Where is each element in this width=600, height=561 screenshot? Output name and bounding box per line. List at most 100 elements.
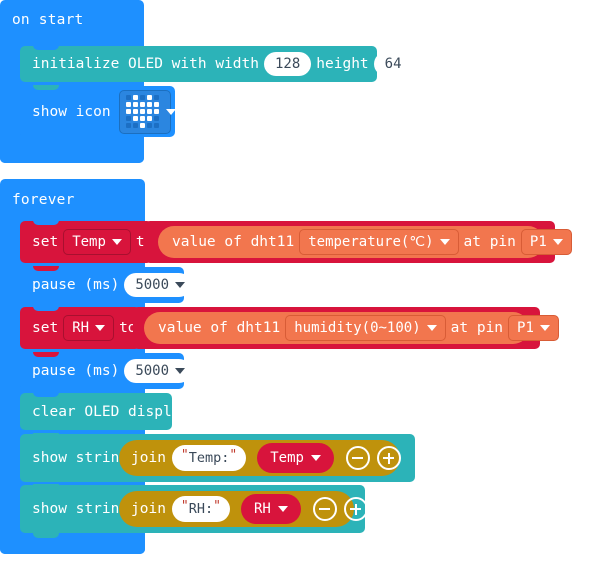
join-temp-reporter[interactable]: join " Temp: " Temp (119, 440, 401, 476)
dht11-reading-dropdown[interactable]: temperature(℃) (299, 229, 459, 255)
led-on (146, 95, 152, 100)
value-of-dht11-label: value of dht11 (158, 320, 281, 336)
led-off (132, 123, 138, 128)
join-label: join (131, 450, 166, 466)
pause-label: pause (ms) (32, 277, 120, 293)
block-notch (33, 266, 59, 271)
remove-item-button[interactable] (312, 497, 337, 521)
add-item-button[interactable] (376, 446, 401, 470)
led-on (132, 102, 138, 107)
dht11-reading-label: humidity(0~100) (294, 320, 421, 336)
block-notch (33, 220, 59, 225)
clear-oled-block[interactable]: clear OLED display (20, 392, 189, 430)
block-notch (33, 352, 59, 357)
set-rh-block[interactable]: set RH to (20, 306, 140, 349)
pause-duration-value: 5000 (135, 363, 170, 379)
dht11-humidity-reporter[interactable]: value of dht11 humidity(0~100) at pin P1 (144, 312, 559, 344)
at-pin-label: at pin (450, 320, 504, 336)
pause-duration-field-2[interactable]: 5000 (124, 359, 192, 383)
led-on (125, 102, 131, 107)
dht11-pin-label: P1 (517, 320, 534, 336)
forever-bottom-bar (0, 533, 145, 554)
dht11-pin-dropdown[interactable]: P1 (520, 229, 572, 255)
block-notch (33, 484, 59, 489)
block-notch (33, 433, 59, 438)
join-temp-variable-pill[interactable]: Temp (257, 443, 334, 473)
set-temp-block[interactable]: set Temp to (20, 220, 153, 263)
join-temp-string-field[interactable]: " Temp: " (171, 445, 247, 471)
set-keyword: set (32, 320, 59, 336)
dht11-pin-label: P1 (529, 234, 547, 250)
quote-open-icon: " (180, 498, 189, 514)
join-rh-string-value: RH: (188, 501, 214, 517)
led-on (139, 116, 145, 121)
led-off (125, 95, 131, 100)
led-on (146, 116, 152, 121)
show-icon-block[interactable]: show icon (20, 85, 176, 137)
block-notch (33, 45, 59, 50)
chevron-down-icon[interactable] (552, 239, 563, 245)
on-start-bottom-notch (33, 137, 59, 142)
show-string-label: show string (32, 450, 129, 466)
rh-variable-dropdown[interactable]: RH (63, 315, 115, 341)
on-start-label: on start (12, 12, 84, 28)
pause-block-1[interactable]: pause (ms) 5000 (20, 266, 192, 303)
dht11-temperature-reporter[interactable]: value of dht11 temperature(℃) at pin P1 (158, 226, 572, 258)
dht11-pin-dropdown[interactable]: P1 (508, 315, 559, 341)
temp-variable-dropdown[interactable]: Temp (63, 229, 131, 255)
chevron-down-icon[interactable] (175, 282, 186, 288)
chevron-down-icon[interactable] (426, 325, 437, 331)
block-notch (33, 85, 59, 90)
led-off (125, 116, 131, 121)
icon-matrix-field[interactable] (118, 89, 176, 134)
led-on (132, 109, 138, 114)
chevron-down-icon[interactable] (277, 506, 288, 512)
dht11-reading-dropdown[interactable]: humidity(0~100) (285, 315, 446, 341)
led-off (153, 116, 159, 121)
chevron-down-icon[interactable] (310, 455, 321, 461)
chevron-down-icon[interactable] (539, 325, 550, 331)
led-matrix-icon (125, 95, 159, 128)
join-rh-variable-pill[interactable]: RH (240, 494, 301, 524)
chevron-down-icon[interactable] (175, 368, 186, 374)
led-on (125, 109, 131, 114)
quote-close-icon: " (229, 447, 238, 463)
oled-height-field[interactable]: 64 (373, 52, 413, 76)
initialize-oled-text-2: height (316, 56, 369, 72)
join-rh-string-field[interactable]: " RH: " (171, 496, 230, 522)
dht11-reading-label: temperature(℃) (308, 234, 434, 250)
forever-label: forever (12, 192, 75, 208)
initialize-oled-text-1: initialize OLED with width (32, 56, 259, 72)
show-string-label: show string (32, 501, 129, 517)
led-on (153, 109, 159, 114)
join-temp-variable-label: Temp (270, 450, 304, 466)
join-temp-string-value: Temp: (188, 450, 230, 466)
on-start-bottom-bar (0, 137, 144, 163)
led-on (139, 123, 145, 128)
quote-close-icon: " (213, 498, 221, 514)
led-on (139, 102, 145, 107)
remove-item-button[interactable] (345, 446, 370, 470)
join-rh-variable-label: RH (253, 501, 271, 517)
temp-variable-label: Temp (72, 234, 106, 250)
join-rh-reporter[interactable]: join " RH: " RH (119, 491, 368, 527)
pause-block-2[interactable]: pause (ms) 5000 (20, 352, 192, 389)
led-off (125, 123, 131, 128)
chevron-down-icon[interactable] (95, 325, 106, 331)
show-icon-label: show icon (32, 103, 111, 120)
initialize-oled-block[interactable]: initialize OLED with width 128 height 64 (20, 45, 413, 82)
chevron-down-icon[interactable] (165, 108, 176, 115)
led-on (146, 102, 152, 107)
add-item-button[interactable] (343, 497, 368, 521)
chevron-down-icon[interactable] (111, 239, 122, 245)
quote-open-icon: " (180, 447, 189, 463)
led-on (139, 109, 145, 114)
oled-width-field[interactable]: 128 (263, 52, 312, 76)
value-of-dht11-label: value of dht11 (172, 234, 295, 250)
led-off (153, 95, 159, 100)
led-on (153, 102, 159, 107)
pause-duration-field-1[interactable]: 5000 (124, 273, 192, 297)
join-label: join (131, 501, 166, 517)
chevron-down-icon[interactable] (439, 239, 450, 245)
led-off (139, 95, 145, 100)
